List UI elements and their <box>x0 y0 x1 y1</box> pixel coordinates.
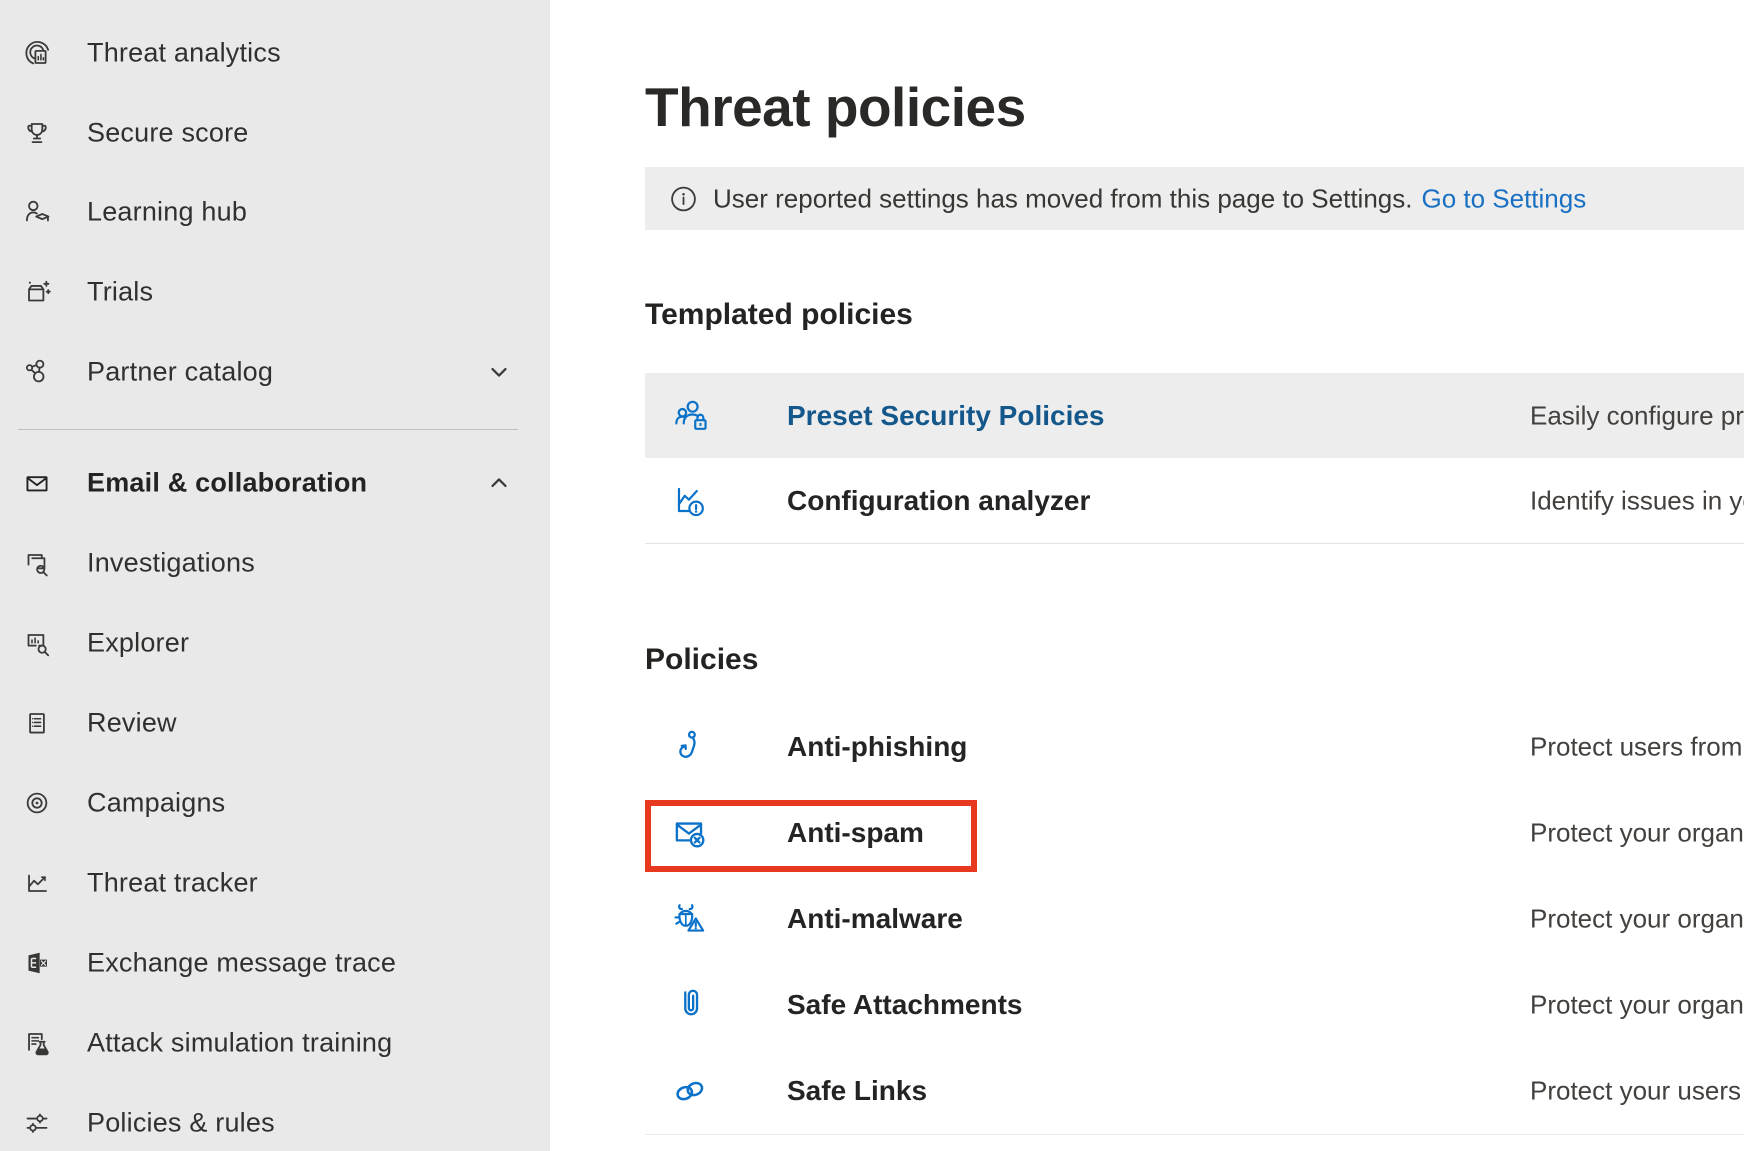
banner-text-wrap: User reported settings has moved from th… <box>713 183 1586 214</box>
page-title: Threat policies <box>645 75 1026 139</box>
investigations-icon <box>20 546 54 580</box>
sidebar-item-review[interactable]: Review <box>0 683 550 763</box>
row-description: Protect your organiz <box>1530 904 1744 935</box>
sidebar-item-label: Policies & rules <box>87 1108 275 1139</box>
row-anti-spam[interactable]: Anti-spam Protect your organiz <box>645 790 1744 877</box>
sidebar-item-email-collaboration[interactable]: Email & collaboration <box>0 443 550 523</box>
threat-tracker-icon <box>20 866 54 900</box>
policies-rules-icon <box>20 1106 54 1140</box>
row-label: Anti-phishing <box>787 731 967 763</box>
sidebar: Threat analytics Secure score <box>0 0 550 1151</box>
row-anti-malware[interactable]: Anti-malware Protect your organiz <box>645 876 1744 963</box>
preset-security-icon <box>669 395 711 437</box>
sidebar-item-partner-catalog[interactable]: Partner catalog <box>0 332 550 412</box>
explorer-icon <box>20 626 54 660</box>
row-label: Safe Attachments <box>787 989 1022 1021</box>
row-label: Safe Links <box>787 1075 927 1107</box>
sidebar-item-label: Threat tracker <box>87 868 258 899</box>
sidebar-item-label: Threat analytics <box>87 38 281 69</box>
sidebar-item-exchange-message-trace[interactable]: Exchange message trace <box>0 923 550 1003</box>
sidebar-item-label: Review <box>87 708 177 739</box>
row-label: Configuration analyzer <box>787 485 1090 517</box>
row-label: Anti-malware <box>787 903 963 935</box>
go-to-settings-link[interactable]: Go to Settings <box>1421 183 1586 213</box>
row-label: Anti-spam <box>787 817 924 849</box>
sidebar-item-label: Exchange message trace <box>87 948 396 979</box>
row-description: Easily configure prot <box>1530 400 1744 431</box>
row-preset-security-policies[interactable]: Preset Security Policies Easily configur… <box>645 373 1744 458</box>
sidebar-item-label: Learning hub <box>87 197 247 228</box>
learning-hub-icon <box>20 195 54 229</box>
sidebar-item-label: Partner catalog <box>87 357 273 388</box>
info-banner: User reported settings has moved from th… <box>645 167 1744 230</box>
bug-warning-icon <box>669 898 711 940</box>
row-description: Protect your users fr <box>1530 1076 1744 1107</box>
sidebar-item-label: Secure score <box>87 118 248 149</box>
sidebar-item-investigations[interactable]: Investigations <box>0 523 550 603</box>
threat-analytics-icon <box>20 36 54 70</box>
chain-link-icon <box>669 1070 711 1112</box>
sidebar-item-explorer[interactable]: Explorer <box>0 603 550 683</box>
sidebar-item-campaigns[interactable]: Campaigns <box>0 763 550 843</box>
blocked-envelope-icon <box>669 812 711 854</box>
row-safe-links[interactable]: Safe Links Protect your users fr <box>645 1048 1744 1135</box>
exchange-icon <box>20 946 54 980</box>
row-description: Protect your organiz <box>1530 990 1744 1021</box>
secure-score-icon <box>20 116 54 150</box>
sidebar-item-policies-rules[interactable]: Policies & rules <box>0 1083 550 1151</box>
attack-simulation-icon <box>20 1026 54 1060</box>
sidebar-item-label: Attack simulation training <box>87 1028 392 1059</box>
row-label: Preset Security Policies <box>787 400 1105 432</box>
email-icon <box>20 466 54 500</box>
configuration-analyzer-icon <box>669 480 711 522</box>
templated-policies-heading: Templated policies <box>645 298 913 332</box>
banner-text: User reported settings has moved from th… <box>713 183 1412 213</box>
sidebar-item-attack-simulation-training[interactable]: Attack simulation training <box>0 1003 550 1083</box>
partner-catalog-icon <box>20 355 54 389</box>
row-description: Identify issues in you <box>1530 485 1744 516</box>
sidebar-item-secure-score[interactable]: Secure score <box>0 93 550 173</box>
paperclip-icon <box>669 984 711 1026</box>
row-configuration-analyzer[interactable]: Configuration analyzer Identify issues i… <box>645 458 1744 544</box>
hook-icon <box>669 726 711 768</box>
sidebar-item-label: Investigations <box>87 548 255 579</box>
campaigns-icon <box>20 786 54 820</box>
chevron-up-icon[interactable] <box>486 470 512 496</box>
sidebar-divider <box>18 429 518 430</box>
sidebar-item-label: Explorer <box>87 628 189 659</box>
main-content: Threat policies User reported settings h… <box>550 0 1744 1151</box>
sidebar-item-learning-hub[interactable]: Learning hub <box>0 172 550 252</box>
sidebar-item-label: Email & collaboration <box>87 468 367 499</box>
row-anti-phishing[interactable]: Anti-phishing Protect users from p <box>645 704 1744 791</box>
sidebar-item-threat-analytics[interactable]: Threat analytics <box>0 13 550 93</box>
sidebar-item-trials[interactable]: Trials <box>0 252 550 332</box>
chevron-down-icon[interactable] <box>486 359 512 385</box>
trials-icon <box>20 275 54 309</box>
sidebar-item-label: Trials <box>87 277 153 308</box>
defender-portal-window: Threat analytics Secure score <box>0 0 1744 1151</box>
policies-heading: Policies <box>645 643 758 677</box>
sidebar-item-label: Campaigns <box>87 788 225 819</box>
sidebar-item-threat-tracker[interactable]: Threat tracker <box>0 843 550 923</box>
review-icon <box>20 706 54 740</box>
row-description: Protect users from p <box>1530 732 1744 763</box>
row-description: Protect your organiz <box>1530 818 1744 849</box>
row-safe-attachments[interactable]: Safe Attachments Protect your organiz <box>645 962 1744 1049</box>
info-icon <box>670 185 697 212</box>
